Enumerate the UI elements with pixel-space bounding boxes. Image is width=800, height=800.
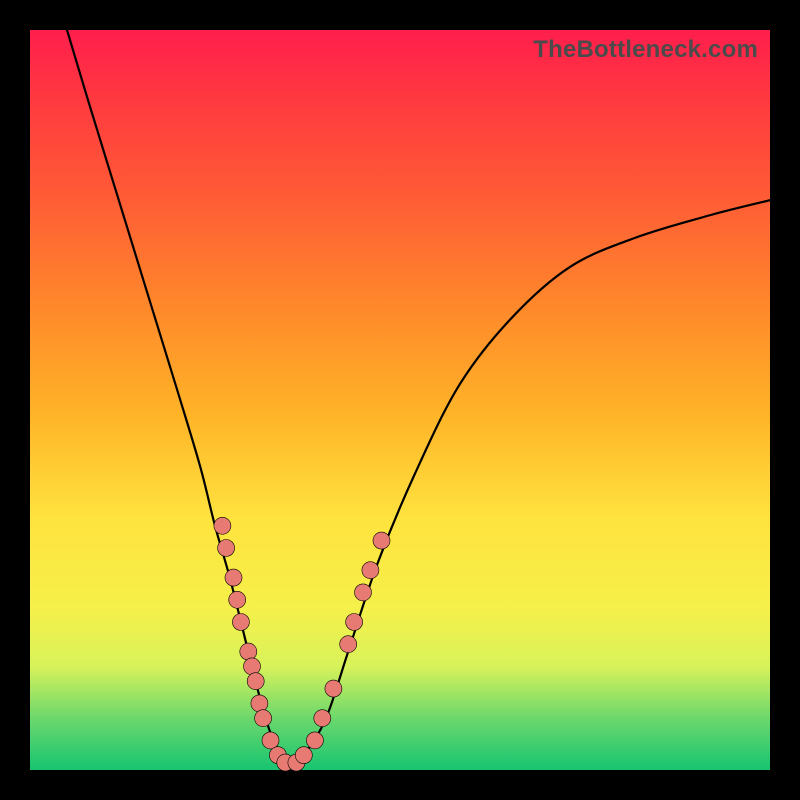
plot-area: TheBottleneck.com [30, 30, 770, 770]
data-point [229, 591, 246, 608]
data-point [232, 614, 249, 631]
data-point [247, 673, 264, 690]
data-point [355, 584, 372, 601]
data-point [244, 658, 261, 675]
data-point [214, 517, 231, 534]
data-point [346, 614, 363, 631]
outer-frame: TheBottleneck.com [0, 0, 800, 800]
chart-svg [30, 30, 770, 770]
data-point [340, 636, 357, 653]
data-point [240, 643, 257, 660]
data-point [306, 732, 323, 749]
data-point [255, 710, 272, 727]
data-point [225, 569, 242, 586]
data-point [314, 710, 331, 727]
data-point [251, 695, 268, 712]
data-point [262, 732, 279, 749]
data-point [218, 540, 235, 557]
bottleneck-curve [67, 30, 770, 763]
data-points-group [214, 517, 390, 771]
data-point [295, 747, 312, 764]
data-point [325, 680, 342, 697]
data-point [362, 562, 379, 579]
data-point [373, 532, 390, 549]
